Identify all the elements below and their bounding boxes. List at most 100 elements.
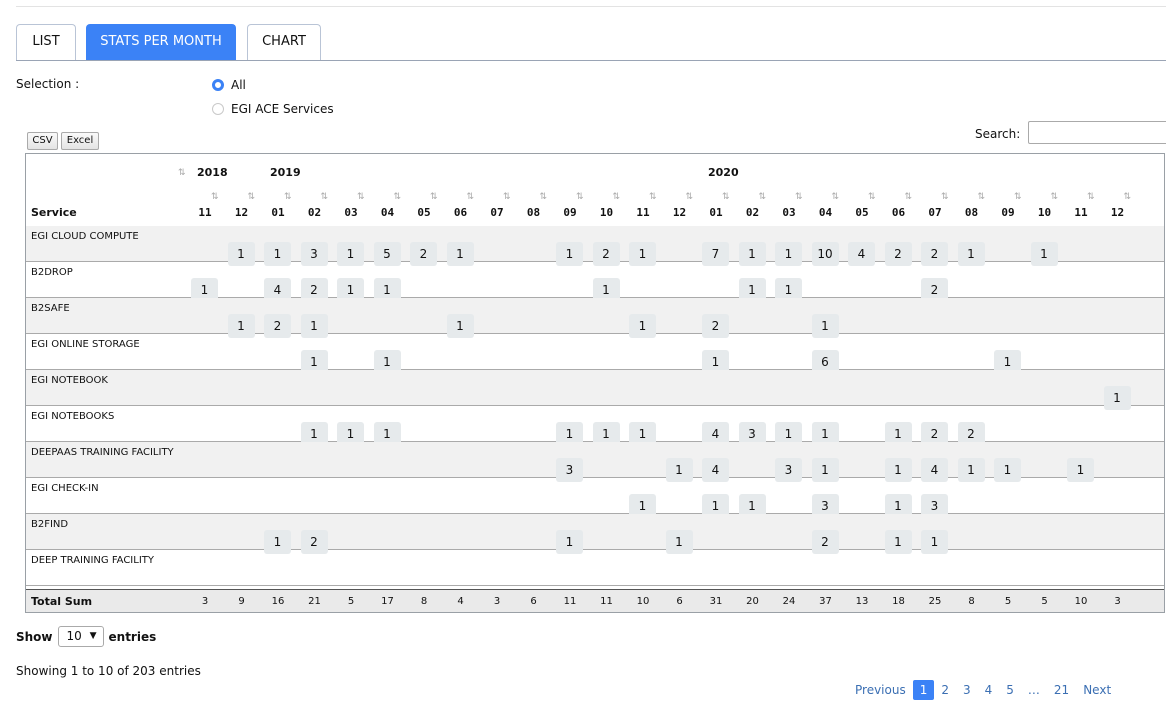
month-column-header[interactable]: 04	[810, 206, 842, 219]
sort-icon[interactable]: ⇅	[722, 192, 730, 202]
sort-icon[interactable]: ⇅	[540, 192, 548, 202]
search-input[interactable]	[1028, 121, 1166, 144]
sort-icon[interactable]: ⇅	[357, 192, 365, 202]
month-column-header[interactable]: 03	[773, 206, 805, 219]
tab-chart[interactable]: CHART	[247, 24, 321, 60]
table-row[interactable]: DEEP TRAINING FACILITY	[26, 550, 1164, 586]
radio-unselected-icon[interactable]	[212, 103, 224, 115]
sort-icon[interactable]: ⇅	[941, 192, 949, 202]
month-column-header[interactable]: 04	[372, 206, 404, 219]
month-column-header[interactable]: 12	[664, 206, 696, 219]
table-row[interactable]: EGI CLOUD COMPUTE 1 1 3 1 5 2 1 1 2 1 7 1 1 10 4 2 2 1 1	[26, 226, 1164, 266]
entries-select[interactable]: 10 ▼	[57, 626, 104, 647]
radio-selected-icon[interactable]	[212, 79, 224, 91]
table-row[interactable]: EGI ONLINE STORAGE 1 1 1 6 1	[26, 334, 1164, 374]
previous-button[interactable]: Previous	[848, 680, 913, 700]
total-cell: 21	[308, 596, 321, 607]
table-row[interactable]: EGI CHECK-IN 1 1 1 3 1 3	[26, 478, 1164, 518]
page-button[interactable]: 2	[934, 680, 956, 700]
month-column-header[interactable]: 08	[518, 206, 550, 219]
sort-icon[interactable]: ⇅	[503, 192, 511, 202]
month-column-header[interactable]: 01	[700, 206, 732, 219]
next-button[interactable]: Next	[1076, 680, 1118, 700]
month-column-header[interactable]: 07	[919, 206, 951, 219]
tab-stats-per-month[interactable]: STATS PER MONTH	[86, 24, 236, 60]
sort-icon[interactable]: ⇅	[321, 192, 329, 202]
sort-icon[interactable]: ⇅	[978, 192, 986, 202]
service-name: EGI CLOUD COMPUTE	[31, 231, 139, 242]
total-cell: 20	[746, 596, 759, 607]
month-column-header[interactable]: 06	[883, 206, 915, 219]
table-row[interactable]: EGI NOTEBOOK 1	[26, 370, 1164, 410]
service-column-header[interactable]: Service	[31, 206, 77, 219]
chevron-down-icon: ▼	[89, 631, 97, 641]
table-info: Showing 1 to 10 of 203 entries	[16, 664, 201, 678]
excel-button[interactable]: Excel	[61, 132, 99, 150]
tab-list[interactable]: LIST	[16, 24, 76, 60]
total-cell: 31	[709, 596, 723, 607]
month-column-header[interactable]: 03	[335, 206, 367, 219]
sort-icon[interactable]: ⇅	[248, 192, 256, 202]
page-button[interactable]: 4	[978, 680, 1000, 700]
month-header-row: Service ⇅ 11 ⇅ 12 ⇅ 01 ⇅ 02 ⇅ 03 ⇅ 04 ⇅ 05 ⇅ 06 ⇅ 07 ⇅ 08 ⇅ 0…	[26, 188, 1164, 227]
service-name: B2SAFE	[31, 303, 70, 314]
month-column-header[interactable]: 10	[591, 206, 623, 219]
month-column-header[interactable]: 09	[554, 206, 586, 219]
month-column-header[interactable]: 02	[737, 206, 769, 219]
service-name: EGI ONLINE STORAGE	[31, 339, 140, 350]
sort-icon[interactable]: ⇅	[467, 192, 475, 202]
page-button[interactable]: 5	[999, 680, 1021, 700]
total-cell: 10	[636, 596, 650, 607]
sort-icon[interactable]: ⇅	[868, 192, 876, 202]
month-column-header[interactable]: 12	[226, 206, 258, 219]
page-button[interactable]: 1	[912, 680, 935, 700]
month-column-header[interactable]: 02	[299, 206, 331, 219]
sort-icon[interactable]: ⇅	[1124, 192, 1132, 202]
total-cell: 17	[381, 596, 394, 607]
total-cell: 4	[457, 596, 464, 607]
sort-icon[interactable]: ⇅	[284, 192, 292, 202]
page-button[interactable]: 21	[1047, 680, 1076, 700]
month-column-header[interactable]: 11	[189, 206, 221, 219]
sort-icon[interactable]: ⇅	[394, 192, 402, 202]
sort-icon[interactable]: ⇅	[649, 192, 657, 202]
year-label: 2020	[708, 166, 739, 179]
sort-icon[interactable]: ⇅	[613, 192, 621, 202]
sort-icon[interactable]: ⇅	[211, 192, 219, 202]
month-column-header[interactable]: 11	[1065, 206, 1097, 219]
table-row[interactable]: B2SAFE 1 2 1 1 1 2 1	[26, 298, 1164, 338]
page-button[interactable]: 3	[956, 680, 978, 700]
month-column-header[interactable]: 09	[992, 206, 1024, 219]
month-column-header[interactable]: 11	[627, 206, 659, 219]
radio-egi-ace-services[interactable]: EGI ACE Services	[212, 102, 334, 116]
month-column-header[interactable]: 06	[445, 206, 477, 219]
sort-icon[interactable]: ⇅	[905, 192, 913, 202]
sort-icon[interactable]: ⇅	[832, 192, 840, 202]
month-column-header[interactable]: 01	[262, 206, 294, 219]
month-column-header[interactable]: 08	[956, 206, 988, 219]
sort-icon[interactable]: ⇅	[576, 192, 584, 202]
entries-select-value: 10	[66, 629, 82, 643]
month-column-header[interactable]: 05	[846, 206, 878, 219]
table-row[interactable]: B2FIND 1 2 1 1 2 1 1	[26, 514, 1164, 554]
month-column-header[interactable]: 12	[1102, 206, 1134, 219]
month-column-header[interactable]: 10	[1029, 206, 1061, 219]
service-name: B2DROP	[31, 267, 73, 278]
total-cell: 24	[782, 596, 796, 607]
month-column-header[interactable]: 05	[408, 206, 440, 219]
sort-icon[interactable]: ⇅	[759, 192, 767, 202]
sort-icon[interactable]: ⇅	[686, 192, 694, 202]
sort-icon[interactable]: ⇅	[1051, 192, 1059, 202]
sort-icon[interactable]: ⇅	[795, 192, 803, 202]
table-row[interactable]: B2DROP 1 4 2 1 1 1 1 1 2	[26, 262, 1164, 302]
csv-button[interactable]: CSV	[27, 132, 58, 150]
month-column-header[interactable]: 07	[481, 206, 513, 219]
table-row[interactable]: EGI NOTEBOOKS 1 1 1 1 1 1 4 3 1 1 1 2 2	[26, 406, 1164, 446]
sort-icon[interactable]: ⇅	[430, 192, 438, 202]
sort-icon[interactable]: ⇅	[178, 168, 186, 178]
pagination-ellipsis: …	[1027, 683, 1040, 697]
radio-all[interactable]: All	[212, 78, 246, 92]
table-row[interactable]: DEEPAAS TRAINING FACILITY 3 1 4 3 1 1 4 1 1 1	[26, 442, 1164, 482]
sort-icon[interactable]: ⇅	[1014, 192, 1022, 202]
sort-icon[interactable]: ⇅	[1087, 192, 1095, 202]
